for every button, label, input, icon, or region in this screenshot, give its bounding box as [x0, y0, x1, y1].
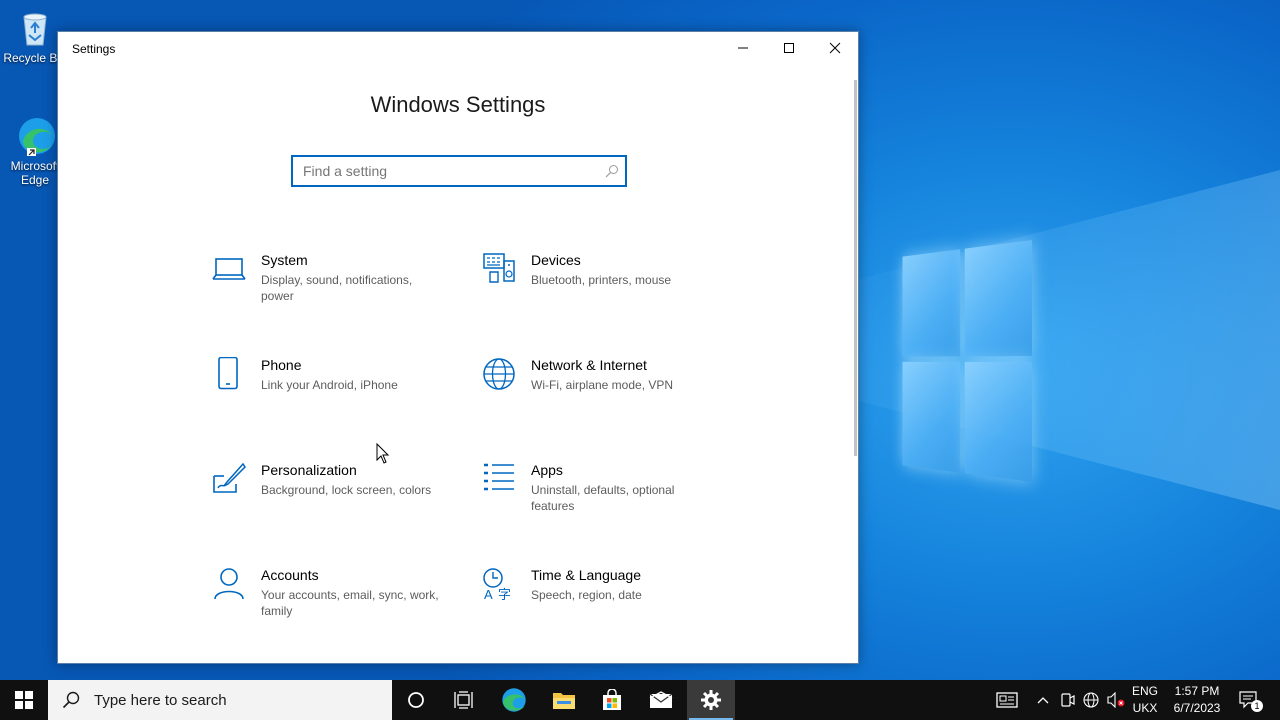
devices-icon [483, 253, 515, 283]
scrollbar[interactable] [854, 80, 857, 456]
search-icon [62, 691, 80, 709]
tile-subtitle: Display, sound, notifications, power [261, 273, 413, 303]
cortana-button[interactable] [392, 680, 440, 720]
paint-icon [213, 462, 246, 493]
apps-list-icon [484, 463, 514, 491]
tile-title: Personalization [261, 462, 357, 478]
gear-icon [701, 690, 721, 710]
keyboard-layout: UKX [1132, 701, 1158, 715]
tile-time-language[interactable]: A 字 Time & Language Speech, region, date [482, 567, 732, 637]
tile-subtitle: Background, lock screen, colors [261, 483, 432, 497]
person-icon [214, 568, 244, 600]
window-title: Settings [72, 42, 116, 56]
mail-icon [649, 691, 673, 708]
desktop-icon-label: Microsoft Edge [10, 159, 60, 187]
volume-muted-icon [1107, 692, 1125, 708]
chevron-up-icon [1037, 697, 1049, 704]
show-hidden-icons-button[interactable] [1032, 680, 1054, 720]
cortana-icon [408, 692, 424, 708]
taskbar-settings[interactable] [687, 680, 735, 720]
tile-system[interactable]: System Display, sound, notifications, po… [212, 252, 462, 322]
taskbar-mail[interactable] [637, 680, 685, 720]
tile-subtitle: Bluetooth, printers, mouse [531, 273, 672, 287]
tile-personalization[interactable]: Personalization Background, lock screen,… [212, 462, 462, 532]
taskbar-store[interactable] [588, 680, 636, 720]
search-icon [605, 165, 618, 178]
tile-title: Time & Language [531, 567, 641, 583]
taskbar-edge[interactable] [490, 680, 538, 720]
tile-title: Network & Internet [531, 357, 647, 373]
recycle-bin-icon [15, 8, 55, 48]
close-button[interactable] [812, 32, 858, 64]
input-language-indicator[interactable]: ENG UKX [1128, 680, 1162, 720]
title-bar[interactable]: Settings [58, 32, 858, 66]
windows-logo-wallpaper [902, 240, 1032, 482]
tile-network[interactable]: Network & Internet Wi-Fi, airplane mode,… [482, 357, 732, 427]
tile-devices[interactable]: Devices Bluetooth, printers, mouse [482, 252, 732, 322]
folder-icon [553, 693, 575, 709]
search-input[interactable] [293, 157, 583, 185]
settings-search[interactable] [291, 155, 627, 187]
close-icon [829, 42, 841, 54]
wallpaper-light-beam [820, 170, 1280, 510]
network-globe-icon [1083, 692, 1099, 708]
time-language-icon: A 字 [483, 568, 511, 601]
minimize-icon [738, 47, 748, 49]
taskbar-search-placeholder: Type here to search [94, 691, 227, 709]
tile-title: Devices [531, 252, 581, 268]
svg-text:字: 字 [498, 587, 511, 601]
clock-time: 1:57 PM [1174, 684, 1220, 698]
edge-icon [502, 688, 526, 712]
svg-text:A: A [484, 587, 493, 601]
volume-button[interactable] [1104, 680, 1128, 720]
clock[interactable]: 1:57 PM 6/7/2023 [1164, 680, 1230, 720]
tile-subtitle: Speech, region, date [531, 588, 642, 602]
tile-phone[interactable]: Phone Link your Android, iPhone [212, 357, 462, 427]
settings-window: Settings Windows Settings System Display… [57, 31, 859, 664]
laptop-icon [212, 258, 246, 280]
tile-subtitle: Your accounts, email, sync, work, family [261, 588, 439, 618]
tile-apps[interactable]: Apps Uninstall, defaults, optional featu… [482, 462, 732, 532]
meet-now-button[interactable] [1056, 680, 1078, 720]
edge-icon [15, 116, 55, 157]
taskbar: Type here to search ENG UKX 1:57 PM 6/7/… [0, 680, 1280, 720]
tile-subtitle: Uninstall, defaults, optional features [531, 483, 675, 513]
network-button[interactable] [1080, 680, 1102, 720]
tile-accounts[interactable]: Accounts Your accounts, email, sync, wor… [212, 567, 462, 637]
news-icon [996, 692, 1018, 708]
meet-now-icon [1061, 693, 1075, 707]
globe-icon [483, 358, 515, 390]
page-title: Windows Settings [370, 92, 546, 117]
minimize-button[interactable] [720, 32, 766, 64]
maximize-button[interactable] [766, 32, 812, 64]
tile-title: Phone [261, 357, 302, 373]
tile-subtitle: Link your Android, iPhone [261, 378, 398, 392]
phone-icon [218, 357, 238, 390]
store-icon [603, 689, 621, 710]
action-center-button[interactable]: 1 [1234, 680, 1264, 720]
windows-start-icon [15, 691, 33, 709]
clock-date: 6/7/2023 [1173, 701, 1221, 715]
taskbar-search-box[interactable]: Type here to search [48, 680, 392, 720]
tile-title: System [261, 252, 308, 268]
tile-title: Accounts [261, 567, 319, 583]
tile-title: Apps [531, 462, 563, 478]
maximize-icon [784, 43, 794, 53]
news-widget-button[interactable] [990, 680, 1024, 720]
start-button[interactable] [0, 680, 48, 720]
task-view-icon [454, 691, 473, 709]
mouse-cursor-icon [376, 443, 390, 464]
taskbar-file-explorer[interactable] [540, 680, 588, 720]
notification-count-badge: 1 [1251, 700, 1263, 712]
language-code: ENG [1131, 684, 1158, 698]
tile-subtitle: Wi-Fi, airplane mode, VPN [531, 378, 674, 392]
task-view-button[interactable] [440, 680, 488, 720]
